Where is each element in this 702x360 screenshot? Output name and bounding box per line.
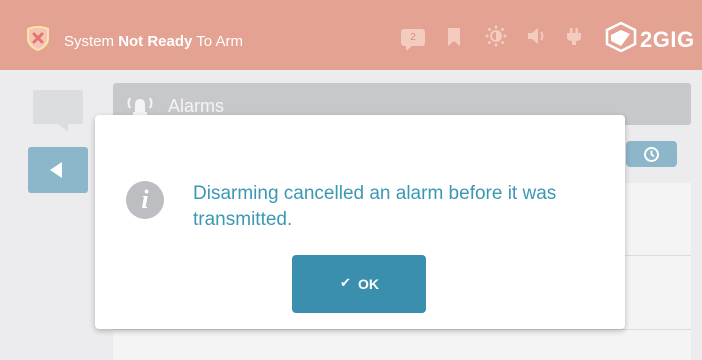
page-title: Alarms: [168, 96, 225, 116]
history-clock-icon: [644, 147, 659, 162]
power-plug-icon[interactable]: [566, 24, 582, 48]
message-icon[interactable]: 2: [401, 29, 425, 46]
message-count: 2: [410, 32, 416, 43]
dialog-message: Disarming cancelled an alarm before it w…: [193, 183, 557, 230]
info-icon: i: [126, 181, 164, 219]
back-arrow-icon: [50, 162, 62, 178]
list-divider: [113, 329, 691, 330]
back-button[interactable]: [28, 147, 88, 193]
shield-x-icon[interactable]: [25, 25, 51, 51]
chat-bubble-icon[interactable]: [33, 90, 83, 124]
logo-cube-icon: [605, 22, 637, 52]
chat-bubble-tail: [58, 124, 68, 132]
checkmark-icon: ✔: [340, 275, 351, 290]
bookmark-icon[interactable]: [447, 24, 461, 48]
brand-logo: 2GIG: [640, 27, 695, 52]
message-icon-tail: [406, 46, 412, 51]
history-button[interactable]: [626, 141, 677, 167]
ok-button-label: OK: [358, 276, 379, 292]
siren-icon: [127, 97, 153, 115]
system-status-text[interactable]: System Not Ready To Arm: [64, 33, 243, 50]
brightness-icon[interactable]: [483, 24, 509, 48]
volume-icon[interactable]: [526, 24, 548, 48]
top-status-bar: System Not Ready To Arm 2 2GIG: [0, 0, 702, 70]
ok-button[interactable]: ✔ OK: [292, 255, 426, 313]
